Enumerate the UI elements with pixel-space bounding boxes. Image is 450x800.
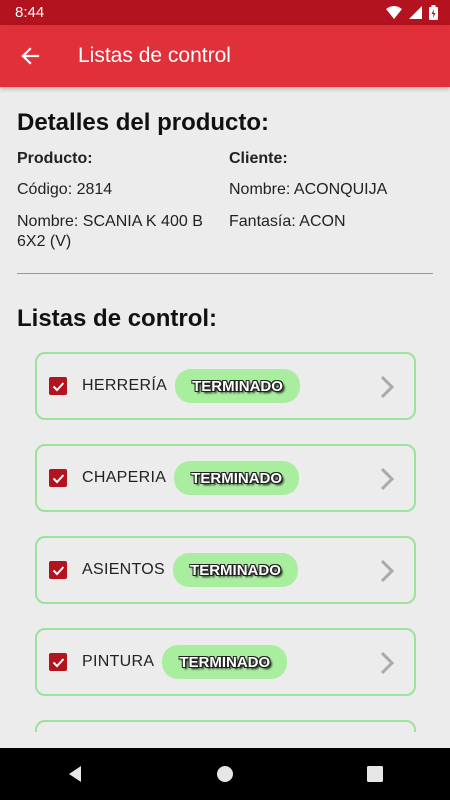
check-icon	[52, 657, 64, 667]
status-badge: TERMINADO	[162, 645, 288, 679]
checkbox-checked[interactable]	[49, 653, 67, 671]
list-item-partial[interactable]	[35, 720, 416, 732]
nav-home-icon[interactable]	[216, 765, 234, 783]
list-item[interactable]: CHAPERIA TERMINADO	[35, 444, 416, 512]
product-name: Nombre: SCANIA K 400 B 6X2 (V)	[17, 213, 203, 250]
list-item-label: ASIENTOS	[82, 561, 166, 578]
status-badge: TERMINADO	[174, 461, 300, 495]
back-button[interactable]	[0, 25, 60, 87]
battery-icon	[429, 5, 438, 20]
wifi-icon	[386, 6, 402, 19]
nav-recents-icon[interactable]	[366, 765, 384, 783]
arrow-back-icon	[21, 47, 40, 65]
status-bar: 8:44	[0, 0, 450, 25]
client-name: Nombre: ACONQUIJA	[229, 181, 388, 198]
lists-title: Listas de control:	[17, 305, 218, 332]
list-item[interactable]: PINTURA TERMINADO	[35, 628, 416, 696]
chevron-right-icon	[380, 651, 394, 675]
client-heading: Cliente:	[229, 150, 288, 167]
chevron-right-icon	[380, 467, 394, 491]
list-item[interactable]: HERRERÍA TERMINADO	[35, 352, 416, 420]
product-column: Producto: Código: 2814 Nombre: SCANIA K …	[17, 150, 222, 264]
product-heading: Producto:	[17, 150, 93, 167]
list-item-label: HERRERÍA	[82, 377, 168, 394]
chevron-right-icon	[380, 375, 394, 399]
list-item[interactable]: ASIENTOS TERMINADO	[35, 536, 416, 604]
status-icons	[386, 5, 438, 20]
content-area[interactable]: Detalles del producto: Producto: Código:…	[0, 87, 450, 732]
system-nav-bar	[0, 748, 450, 800]
client-column: Cliente: Nombre: ACONQUIJA Fantasía: ACO…	[229, 150, 439, 244]
details-title: Detalles del producto:	[17, 109, 270, 136]
status-badge: TERMINADO	[175, 369, 300, 403]
check-icon	[52, 381, 64, 391]
status-time: 8:44	[15, 4, 45, 21]
nav-back-icon[interactable]	[66, 765, 84, 783]
app-bar: Listas de control	[0, 25, 450, 87]
checkbox-checked[interactable]	[49, 561, 67, 579]
product-code: Código: 2814	[17, 181, 113, 198]
app-bar-title: Listas de control	[78, 44, 231, 67]
check-icon	[52, 473, 64, 483]
checkbox-checked[interactable]	[49, 377, 67, 395]
client-fantasy: Fantasía: ACON	[229, 213, 346, 230]
status-badge: TERMINADO	[173, 553, 298, 587]
checkbox-checked[interactable]	[49, 469, 67, 487]
chevron-right-icon	[380, 559, 394, 583]
list-item-label: CHAPERIA	[82, 469, 167, 486]
list-item-label: PINTURA	[82, 653, 155, 670]
check-icon	[52, 565, 64, 575]
signal-icon	[409, 6, 422, 19]
divider	[17, 273, 433, 274]
